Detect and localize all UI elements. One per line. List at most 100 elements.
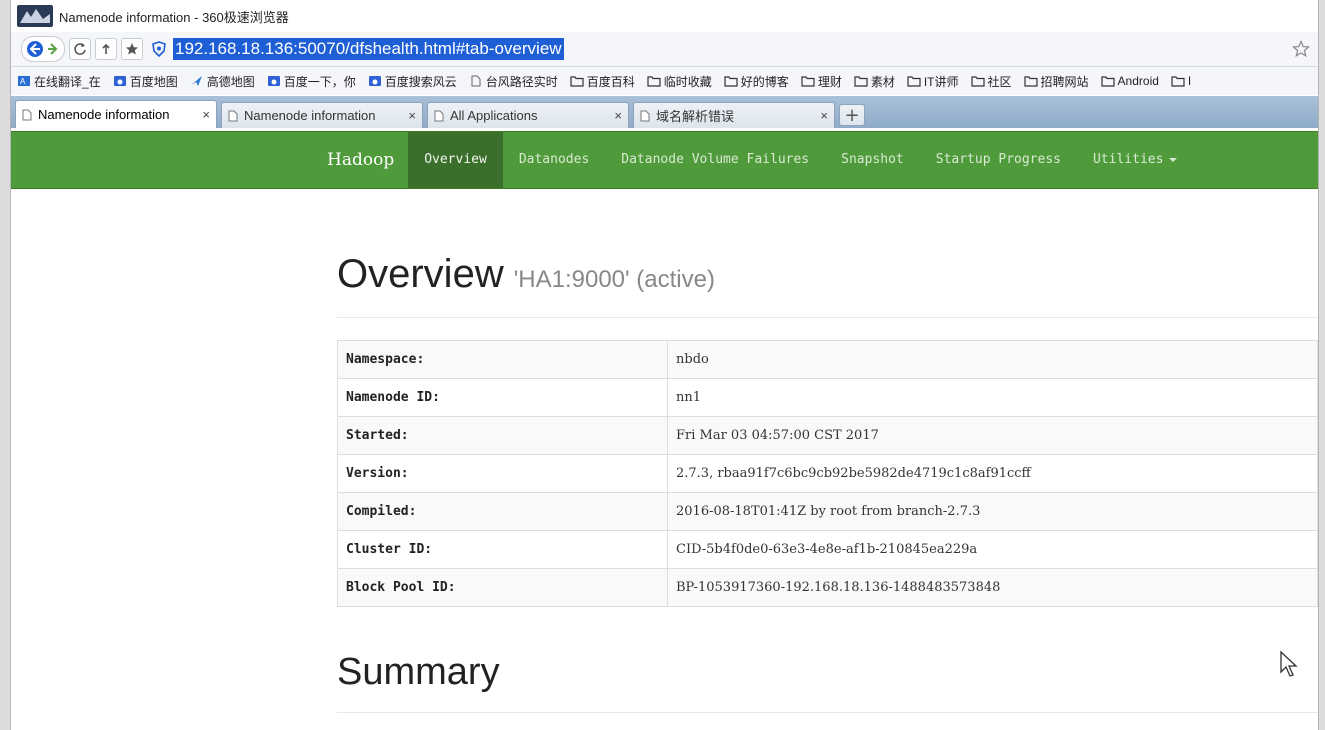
bookmark-label: 理财 [817, 74, 842, 89]
bookmark-item[interactable]: 社区 [969, 73, 1012, 90]
row-value: CID-5b4f0de0-63e3-4e8e-af1b-210845ea229a [667, 530, 1318, 569]
row-key: Version: [337, 454, 668, 493]
table-row: Compiled: 2016-08-18T01:41Z by root from … [337, 492, 1318, 531]
page-icon [471, 75, 481, 87]
row-key: Block Pool ID: [337, 568, 668, 607]
forward-icon[interactable] [45, 42, 61, 56]
svg-text:A: A [20, 77, 26, 86]
undo-icon [102, 43, 110, 54]
address-toolbar: 192.168.18.136:50070/dfshealth.html#tab-… [11, 32, 1318, 67]
url-text[interactable]: 192.168.18.136:50070/dfshealth.html#tab-… [173, 38, 564, 60]
favorite-button[interactable] [121, 38, 143, 60]
bookmark-label: 台风路径实时 [485, 74, 558, 89]
undo-close-button[interactable] [95, 38, 117, 60]
bookmark-label: 临时收藏 [663, 74, 712, 89]
main-content: Overview 'HA1:9000' (active) Namespace: n… [337, 188, 1318, 713]
bookmark-item[interactable]: 好的博客 [722, 73, 789, 90]
summary-header: Summary [337, 651, 1318, 713]
document-icon [228, 110, 238, 121]
row-key: Started: [337, 416, 668, 455]
baidu-paw-icon [113, 76, 126, 86]
tab-close-button[interactable]: × [408, 108, 416, 123]
folder-icon [1171, 76, 1185, 87]
browser-window: Namenode information - 360极速浏览器 192.168.… [10, 0, 1319, 730]
title-bar: Namenode information - 360极速浏览器 [11, 0, 1318, 32]
bookmark-star-icon[interactable] [1292, 40, 1310, 58]
bookmark-item[interactable]: 百度一下，你 [265, 73, 356, 90]
table-row: Cluster ID: CID-5b4f0de0-63e3-4e8e-af1b-2… [337, 530, 1318, 569]
folder-icon [1100, 76, 1115, 87]
bookmark-item[interactable]: Android [1099, 74, 1159, 88]
bookmark-item[interactable]: 招聘网站 [1022, 73, 1089, 90]
browser-logo-icon [17, 5, 53, 27]
new-tab-button[interactable]: + [839, 104, 865, 126]
baidu-paw-icon [267, 76, 280, 86]
tab-close-button[interactable]: × [202, 107, 210, 122]
bookmark-item[interactable]: 素材 [852, 73, 895, 90]
back-forward-group [21, 36, 65, 62]
caret-down-icon [1169, 157, 1178, 162]
back-icon[interactable] [25, 40, 45, 58]
shield-icon [152, 41, 166, 57]
bookmark-item[interactable]: 理财 [799, 73, 842, 90]
bookmark-label: 高德地图 [206, 74, 255, 89]
bookmark-label: 好的博客 [740, 74, 789, 89]
url-field[interactable]: 192.168.18.136:50070/dfshealth.html#tab-… [151, 36, 1318, 62]
tab-close-button[interactable]: × [820, 108, 828, 123]
bookmark-item[interactable]: IT讲师 [905, 73, 959, 90]
baidu-paw-icon [368, 76, 381, 86]
overview-header: Overview 'HA1:9000' (active) [337, 252, 1318, 318]
bookmark-label: 百度地图 [129, 74, 178, 89]
tab-namenode-info-2[interactable]: Namenode information × [221, 102, 423, 128]
bookmark-item[interactable]: 百度百科 [568, 73, 635, 90]
folder-icon [907, 76, 921, 87]
folder-icon [970, 76, 985, 87]
folder-icon [724, 76, 738, 87]
bookmark-label: 百度百科 [586, 74, 635, 89]
tab-dns-error[interactable]: 域名解析错误 × [633, 102, 835, 128]
tab-namenode-info-1[interactable]: Namenode information × [15, 100, 217, 128]
row-value: BP-1053917360-192.168.18.136-14884835738… [667, 568, 1318, 607]
overview-subtitle: 'HA1:9000' (active) [513, 266, 715, 293]
bookmark-item[interactable]: A 在线翻译_在 [15, 73, 101, 90]
nav-snapshot[interactable]: Snapshot [825, 132, 920, 188]
bookmark-label: 招聘网站 [1040, 74, 1089, 89]
nav-overview[interactable]: Overview [408, 132, 503, 188]
tab-label: Namenode information [38, 107, 170, 122]
bookmark-item[interactable]: I [1169, 74, 1191, 88]
summary-title: Summary [337, 651, 500, 693]
nav-datanode-volume-failures[interactable]: Datanode Volume Failures [605, 132, 825, 188]
hadoop-navbar: Hadoop Overview Datanodes Datanode Volum… [11, 131, 1318, 189]
bookmark-label: I [1187, 74, 1192, 88]
row-value: 2016-08-18T01:41Z by root from branch-2.… [667, 492, 1318, 531]
tab-label: All Applications [450, 108, 538, 123]
nav-datanodes[interactable]: Datanodes [503, 132, 605, 188]
document-icon [434, 110, 444, 121]
refresh-button[interactable] [69, 38, 91, 60]
table-row: Namenode ID: nn1 [337, 378, 1318, 417]
bookmark-item[interactable]: 百度地图 [111, 73, 178, 90]
bookmark-item[interactable]: 台风路径实时 [467, 73, 558, 90]
bookmark-label: IT讲师 [923, 74, 959, 89]
bookmark-item[interactable]: 临时收藏 [645, 73, 712, 90]
bookmark-item[interactable]: 高德地图 [188, 73, 255, 90]
table-row: Started: Fri Mar 03 04:57:00 CST 2017 [337, 416, 1318, 455]
refresh-icon [74, 43, 86, 55]
translate-icon: A [18, 76, 30, 86]
table-row: Version: 2.7.3, rbaa91f7c6bc9cb92be5982de… [337, 454, 1318, 493]
hadoop-brand[interactable]: Hadoop [327, 132, 394, 188]
nav-startup-progress[interactable]: Startup Progress [920, 132, 1077, 188]
mouse-pointer-icon [1280, 650, 1298, 677]
nav-utilities-dropdown[interactable]: Utilities [1077, 132, 1193, 188]
tab-close-button[interactable]: × [614, 108, 622, 123]
tab-label: 域名解析错误 [656, 109, 735, 124]
bookmark-item[interactable]: 百度搜索风云 [366, 73, 457, 90]
row-value: 2.7.3, rbaa91f7c6bc9cb92be5982de4719c1c8… [667, 454, 1318, 493]
row-value: nbdo [667, 340, 1318, 379]
folder-icon [1023, 76, 1038, 87]
row-key: Namespace: [337, 340, 668, 379]
bookmark-label: 百度搜索风云 [384, 74, 457, 89]
tab-all-applications[interactable]: All Applications × [427, 102, 629, 128]
tab-label: Namenode information [244, 108, 376, 123]
nav-utilities-label: Utilities [1092, 152, 1164, 167]
